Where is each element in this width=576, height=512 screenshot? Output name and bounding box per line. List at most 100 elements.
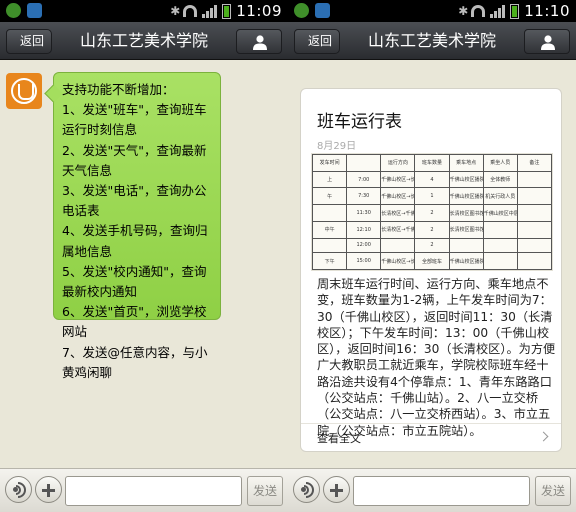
table-header-cell: 发车时间	[311, 154, 348, 172]
send-button[interactable]: 发送	[247, 476, 283, 506]
table-cell: 千佛山校区播院	[448, 170, 484, 189]
signal-icon	[490, 4, 506, 18]
chat-notification-icon	[294, 3, 309, 18]
signal-icon	[202, 4, 218, 18]
battery-icon	[510, 3, 520, 19]
page-title: 山东工艺美术学院	[79, 31, 208, 50]
table-cell: 7:00	[346, 170, 382, 189]
table-cell: 千佛山校区播院	[448, 187, 484, 206]
status-bar: ✱ 11:09	[0, 0, 288, 22]
message-line: 6、发送"首页"，浏览学校	[62, 304, 207, 320]
news-card[interactable]: 班车运行表 8月29日 发车时间 运行方向 班车数量 乘车地点 乘坐人员 备注上 7:00 千…	[300, 88, 562, 452]
table-cell	[516, 204, 553, 222]
table-row: 上7:00千佛山校区→长清校区4千佛山校区播院全体教师	[311, 170, 553, 189]
app-notification-icon	[27, 3, 42, 18]
school-logo-icon	[11, 78, 37, 104]
chat-notification-icon	[6, 3, 21, 18]
message-line: 5、发送"校内通知"，查询	[62, 263, 207, 279]
table-cell	[311, 204, 348, 222]
message-line: 最新校内通知	[62, 284, 138, 300]
table-row: 中午12:10长清校区→千佛山校区2长清校区图书馆北侧	[311, 220, 553, 239]
person-icon	[253, 35, 267, 50]
table-header-cell: 班车数量	[414, 154, 450, 172]
table-cell: 长清校区图书馆北侧	[448, 204, 484, 222]
table-header-cell	[346, 154, 382, 172]
wifi-icon	[471, 5, 486, 17]
profile-button[interactable]	[236, 29, 282, 54]
table-cell	[516, 170, 553, 189]
table-cell: 2	[414, 220, 450, 239]
table-cell: 长清校区图书馆北侧	[448, 220, 484, 239]
table-cell: 4	[414, 170, 450, 189]
plus-button[interactable]	[35, 476, 62, 503]
read-more-link[interactable]: 查看全文	[317, 430, 361, 446]
message-bubble[interactable]: 支持功能不断增加： 1、发送"班车"，查询班车 运行时刻信息 2、发送"天气"，查询最…	[53, 72, 221, 380]
back-button[interactable]: 返回	[6, 29, 52, 54]
table-header-cell: 乘坐人员	[482, 154, 518, 172]
message-line: 4、发送手机号码，查询归	[62, 223, 208, 239]
message-line: 3、发送"电话"，查询办公	[62, 183, 207, 199]
table-cell	[380, 237, 416, 254]
table-cell: 中午	[311, 220, 348, 239]
voice-button[interactable]	[293, 476, 320, 503]
message-line: 1、发送"班车"，查询班车	[62, 102, 207, 118]
table-header-cell: 乘车地点	[448, 154, 484, 172]
bluetooth-icon: ✱	[458, 3, 469, 18]
table-row: 11:30长清校区→千佛山校区2长清校区图书馆北侧千佛山校区中层以上干部及部分机…	[311, 204, 553, 222]
message-line: 黄鸡闲聊	[62, 364, 113, 380]
voice-button[interactable]	[5, 476, 32, 503]
table-cell	[516, 187, 553, 206]
message-line: 支持功能不断增加：	[62, 82, 175, 97]
message-line: 属地信息	[62, 243, 113, 259]
send-button[interactable]: 发送	[535, 476, 571, 506]
table-cell: 2	[414, 204, 450, 222]
table-cell: 1	[414, 187, 450, 206]
table-cell: 机关行政人员	[482, 187, 518, 206]
table-row: 12:00 2	[311, 237, 553, 254]
table-header-row: 发车时间 运行方向 班车数量 乘车地点 乘坐人员 备注	[311, 154, 553, 172]
message-line: 运行时刻信息	[62, 122, 138, 138]
page-title: 山东工艺美术学院	[367, 31, 496, 50]
table-cell: 千佛山校区中层以上干部及部分机关行政人员	[482, 204, 518, 222]
table-cell: 千佛山校区播院	[448, 252, 484, 270]
table-cell: 15:00	[346, 252, 382, 270]
plus-button[interactable]	[323, 476, 350, 503]
table-cell: 7:30	[346, 187, 382, 206]
chat-screen-left: ✱ 11:09 返回 山东工艺美术学院 支持功能不断增加： 1、发送"班车"，查询…	[0, 0, 288, 512]
app-notification-icon	[315, 3, 330, 18]
table-cell: 千佛山校区→长清校区	[380, 187, 416, 206]
table-cell: 千佛山校区→长清校区	[380, 252, 416, 270]
message-line: 7、发送@任意内容，与小	[62, 344, 208, 360]
message-line: 天气信息	[62, 162, 113, 178]
table-cell: 12:00	[346, 237, 382, 254]
table-cell: 全部班车	[414, 252, 450, 270]
table-cell	[311, 237, 348, 254]
card-title: 班车运行表	[317, 112, 402, 132]
person-icon	[541, 35, 555, 50]
message-line: 网站	[62, 324, 88, 340]
table-row: 下午15:00千佛山校区→长清校区全部班车千佛山校区播院	[311, 252, 553, 270]
battery-icon	[222, 3, 232, 19]
wifi-icon	[183, 5, 198, 17]
card-divider	[301, 423, 561, 424]
bluetooth-icon: ✱	[170, 3, 181, 18]
back-button[interactable]: 返回	[294, 29, 340, 54]
table-cell: 2	[414, 237, 450, 254]
bus-schedule-table: 发车时间运行方向班车数量乘车地点乘坐人员备注上7:00千佛山校区→长清校区4千佛…	[311, 154, 553, 270]
message-input[interactable]	[65, 476, 242, 506]
table-cell	[516, 220, 553, 239]
profile-button[interactable]	[524, 29, 570, 54]
table-cell: 11:30	[346, 204, 382, 222]
message-line: 2、发送"天气"，查询最新	[62, 142, 207, 158]
input-bar: 发送	[0, 468, 288, 512]
table-cell	[482, 220, 518, 239]
table-cell	[516, 237, 553, 254]
table-cell	[448, 237, 484, 254]
sender-avatar[interactable]	[6, 73, 42, 109]
table-cell	[482, 237, 518, 254]
title-bar: 返回 山东工艺美术学院	[0, 22, 288, 60]
chat-screen-right: ✱ 11:10 返回 山东工艺美术学院 班车运行表 8月29日 发车时间 运行方向…	[288, 0, 576, 512]
message-input[interactable]	[353, 476, 530, 506]
table-cell: 下午	[311, 252, 348, 270]
status-time: 11:10	[524, 2, 570, 20]
